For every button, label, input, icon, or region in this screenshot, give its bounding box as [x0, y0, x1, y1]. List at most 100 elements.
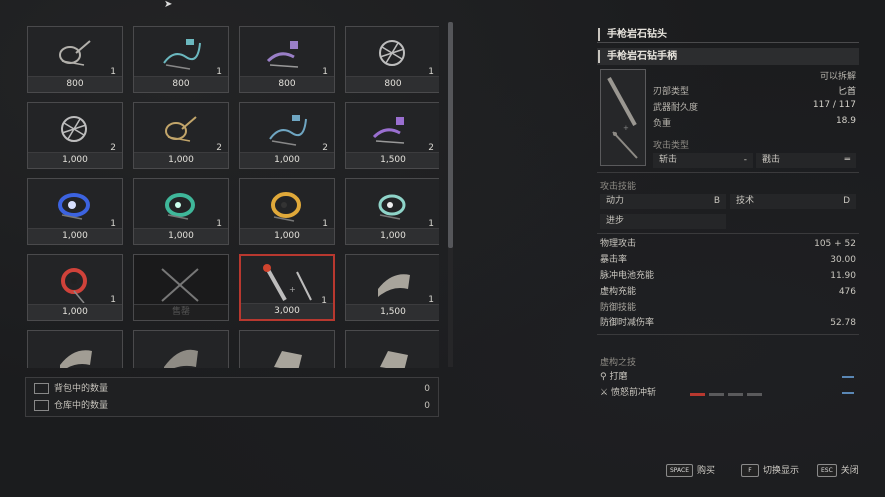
item-price: 1,000 [240, 228, 334, 244]
shop-item-slot[interactable] [27, 330, 123, 368]
buy-action[interactable]: SPACE 购买 [666, 463, 715, 477]
shop-item-slot[interactable]: 1 1,000 [27, 178, 123, 245]
green-gear-icon [165, 193, 195, 220]
scroll-thumb[interactable] [448, 22, 453, 248]
stat-row: 暴击率 30.00 [600, 255, 856, 265]
purple-crank-icon [266, 41, 299, 68]
item-price: 1,000 [134, 152, 228, 168]
shop-item-slot[interactable] [239, 330, 335, 368]
blade-type-row: 刃部类型 匕首 [653, 87, 856, 97]
shop-item-slot[interactable]: 2 1,500 [345, 102, 439, 169]
skill-advance: 进步 [600, 214, 726, 229]
shop-item-slot[interactable]: 1 800 [133, 26, 229, 93]
weapon-preview-image: + [600, 69, 646, 166]
item-price: 1,500 [346, 152, 439, 168]
fan-wheel-icon [379, 40, 405, 66]
shop-item-slot[interactable]: 1 1,000 [27, 254, 123, 321]
shop-item-slot[interactable]: 1 1,500 [345, 254, 439, 321]
fable-arts-label: 虚构之技 [600, 358, 637, 368]
storage-count-value: 0 [424, 401, 430, 411]
key-esc: ESC [817, 464, 837, 477]
page-dot[interactable] [728, 393, 743, 396]
item-price: 1,000 [28, 228, 122, 244]
skill-technique: 技术 D [730, 194, 856, 209]
item-price: 800 [240, 76, 334, 92]
bag-count-row: 背包中的数量 0 [34, 381, 430, 397]
divider [597, 233, 859, 234]
cloth-icon [378, 274, 410, 297]
toggle-display-action[interactable]: F 切换显示 [741, 463, 799, 477]
key-space: SPACE [666, 464, 694, 477]
shop-item-slot[interactable] [133, 330, 229, 368]
spring-handle-icon [269, 115, 307, 146]
armor-piece-icon [380, 351, 408, 368]
item-price: 1,000 [28, 152, 122, 168]
key-f: F [741, 464, 759, 477]
page-dot[interactable] [709, 393, 724, 396]
shop-item-slot[interactable]: 售罄 [133, 254, 229, 321]
mouse-cursor-icon: ➤ [164, 0, 173, 10]
shop-item-slot[interactable]: 1 1,000 [345, 178, 439, 245]
gold-gear-icon [271, 192, 301, 222]
divider [597, 334, 859, 335]
storage-icon [34, 400, 49, 411]
item-price: 1,500 [346, 304, 439, 320]
blue-gear-icon [58, 193, 90, 220]
bag-count-label: 背包中的数量 [54, 384, 109, 394]
svg-text:+: + [623, 124, 629, 132]
fan-wheel-icon [61, 116, 87, 142]
part-title-handle[interactable]: 手枪岩石钻手柄 [597, 48, 859, 65]
guard-skill-label: 防御技能 [600, 303, 637, 313]
shop-item-slot[interactable]: 1 1,000 [133, 178, 229, 245]
item-price: 1,000 [240, 152, 334, 168]
shop-item-slot[interactable]: 1 800 [27, 26, 123, 93]
item-price: 售罄 [134, 304, 228, 320]
mesh-cloth-icon [164, 349, 198, 368]
shop-item-slot[interactable]: 2 1,000 [239, 102, 335, 169]
item-price: 3,000 [241, 303, 333, 319]
detail-page-indicator[interactable] [690, 381, 766, 400]
part-title-head[interactable]: 手枪岩石钻头 [597, 26, 859, 43]
fable-art-icon: ⚔ [600, 388, 611, 398]
attack-skill-label: 攻击技能 [600, 182, 637, 192]
storage-count-label: 仓库中的数量 [54, 401, 109, 411]
shop-item-slot[interactable] [345, 330, 439, 368]
cloth-icon [60, 350, 92, 368]
close-action[interactable]: ESC 关闭 [817, 463, 859, 477]
page-dot[interactable] [747, 393, 762, 396]
stat-row: 脉冲电池充能 11.90 [600, 271, 856, 281]
item-price: 1,000 [134, 228, 228, 244]
crossed-blades-icon [161, 268, 199, 302]
spring-handle-icon [163, 39, 201, 70]
shop-item-slot[interactable]: 1 1,000 [239, 178, 335, 245]
stat-row: 物理攻击 105 + 52 [600, 239, 856, 249]
detachable-text: 可以拆解 [819, 72, 856, 82]
bag-icon [34, 383, 49, 394]
attack-type-slash: 斩击 - [653, 153, 753, 168]
slot-indicator [842, 392, 854, 394]
shop-item-grid: 1 800 1 800 1 800 1 800 2 1,000 2 1,000 2 1,000 2 1,500… [25, 25, 439, 368]
shop-item-slot[interactable]: 1 800 [345, 26, 439, 93]
item-price: 1,000 [28, 304, 122, 320]
owned-count-box: 背包中的数量 0 仓库中的数量 0 [25, 377, 439, 417]
teal-gear-icon [378, 194, 406, 220]
stat-row: 虚构充能 476 [600, 287, 856, 297]
grid-scrollbar[interactable] [448, 22, 453, 367]
shop-item-slot[interactable]: 1 800 [239, 26, 335, 93]
shop-item-slot[interactable]: 2 1,000 [27, 102, 123, 169]
item-price: 800 [346, 76, 439, 92]
weight-row: 负重 18.9 [653, 116, 856, 129]
bag-count-value: 0 [424, 384, 430, 394]
slot-indicator [842, 376, 854, 378]
drill-weapon-icon: + [263, 264, 312, 301]
item-price: 1,000 [346, 228, 439, 244]
durability-row: 武器耐久度 117 / 117 [653, 100, 856, 113]
item-price: 800 [134, 76, 228, 92]
shop-item-slot[interactable]: 2 1,000 [133, 102, 229, 169]
guard-stat-row: 防御时减伤率 52.78 [600, 318, 856, 328]
page-dot[interactable] [690, 393, 705, 396]
attack-type-thrust: 戳击 ═ [756, 153, 856, 168]
wheel-handle-icon [165, 116, 197, 142]
item-price: 800 [28, 76, 122, 92]
shop-item-slot[interactable]: +1 3,000 [239, 254, 335, 321]
